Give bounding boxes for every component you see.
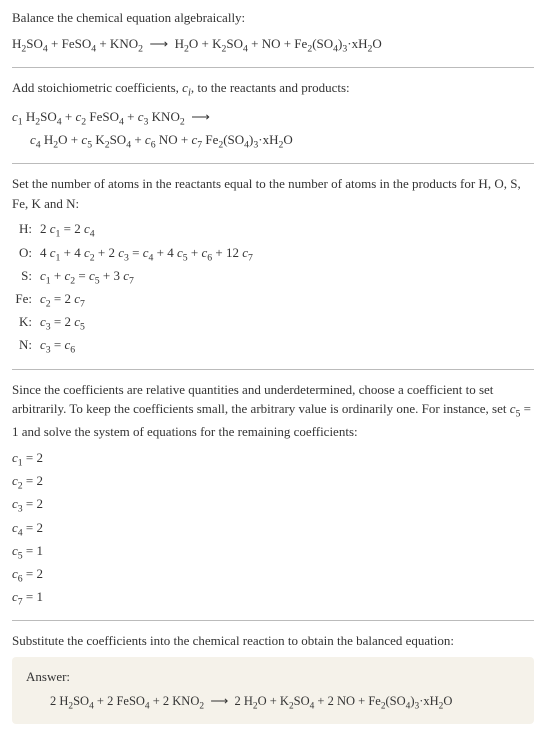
- balance-row: H: 2 c1 = 2 c4: [12, 219, 534, 242]
- stoich-eq-line1: c1 H2SO4 + c2 FeSO4 + c3 KNO2 ⟶: [12, 107, 534, 130]
- coeff-row: c7 = 1: [12, 587, 534, 610]
- divider: [12, 163, 534, 164]
- atoms-text: Set the number of atoms in the reactants…: [12, 174, 534, 213]
- stoich-eq-line2: c4 H2O + c5 K2SO4 + c6 NO + c7 Fe2(SO4)3…: [12, 130, 534, 153]
- coeff-row: c3 = 2: [12, 494, 534, 517]
- divider: [12, 369, 534, 370]
- balance-label: K:: [12, 312, 40, 335]
- balance-eq: c2 = 2 c7: [40, 289, 534, 312]
- coeff-row: c6 = 2: [12, 564, 534, 587]
- balance-eq: c3 = 2 c5: [40, 312, 534, 335]
- unbalanced-equation: H2SO4 + FeSO4 + KNO2 ⟶ H2O + K2SO4 + NO …: [12, 34, 534, 57]
- divider: [12, 67, 534, 68]
- coeff-row: c5 = 1: [12, 541, 534, 564]
- coeff-row: c1 = 2: [12, 448, 534, 471]
- balance-eq: 4 c1 + 4 c2 + 2 c3 = c4 + 4 c5 + c6 + 12…: [40, 243, 534, 266]
- stoich-text-part1: Add stoichiometric coefficients,: [12, 80, 182, 95]
- balance-row: K: c3 = 2 c5: [12, 312, 534, 335]
- balance-eq: c1 + c2 = c5 + 3 c7: [40, 266, 534, 289]
- substitute-text: Substitute the coefficients into the che…: [12, 631, 534, 651]
- substitute-section: Substitute the coefficients into the che…: [12, 631, 534, 724]
- intro-text: Balance the chemical equation algebraica…: [12, 8, 534, 28]
- balance-eq: 2 c1 = 2 c4: [40, 219, 534, 242]
- answer-box: Answer: 2 H2SO4 + 2 FeSO4 + 2 KNO2 ⟶ 2 H…: [12, 657, 534, 724]
- balance-row: O: 4 c1 + 4 c2 + 2 c3 = c4 + 4 c5 + c6 +…: [12, 243, 534, 266]
- balance-table: H: 2 c1 = 2 c4 O: 4 c1 + 4 c2 + 2 c3 = c…: [12, 219, 534, 358]
- undetermined-text: Since the coefficients are relative quan…: [12, 380, 534, 442]
- balance-eq: c3 = c6: [40, 335, 534, 358]
- coefficient-list: c1 = 2 c2 = 2 c3 = 2 c4 = 2 c5 = 1 c6 = …: [12, 448, 534, 611]
- balance-label: N:: [12, 335, 40, 358]
- divider: [12, 620, 534, 621]
- balance-row: S: c1 + c2 = c5 + 3 c7: [12, 266, 534, 289]
- intro-section: Balance the chemical equation algebraica…: [12, 8, 534, 57]
- stoich-section: Add stoichiometric coefficients, ci, to …: [12, 78, 534, 154]
- stoich-text: Add stoichiometric coefficients, ci, to …: [12, 78, 534, 101]
- atoms-section: Set the number of atoms in the reactants…: [12, 174, 534, 358]
- balance-label: H:: [12, 219, 40, 242]
- coeff-row: c2 = 2: [12, 471, 534, 494]
- answer-label: Answer:: [26, 667, 520, 687]
- balance-label: Fe:: [12, 289, 40, 312]
- balance-label: S:: [12, 266, 40, 289]
- balance-row: Fe: c2 = 2 c7: [12, 289, 534, 312]
- stoich-text-part2: , to the reactants and products:: [191, 80, 350, 95]
- stoich-equation: c1 H2SO4 + c2 FeSO4 + c3 KNO2 ⟶ c4 H2O +…: [12, 107, 534, 153]
- coeff-row: c4 = 2: [12, 518, 534, 541]
- balance-label: O:: [12, 243, 40, 266]
- undetermined-section: Since the coefficients are relative quan…: [12, 380, 534, 611]
- answer-equation: 2 H2SO4 + 2 FeSO4 + 2 KNO2 ⟶ 2 H2O + K2S…: [26, 692, 520, 714]
- balance-row: N: c3 = c6: [12, 335, 534, 358]
